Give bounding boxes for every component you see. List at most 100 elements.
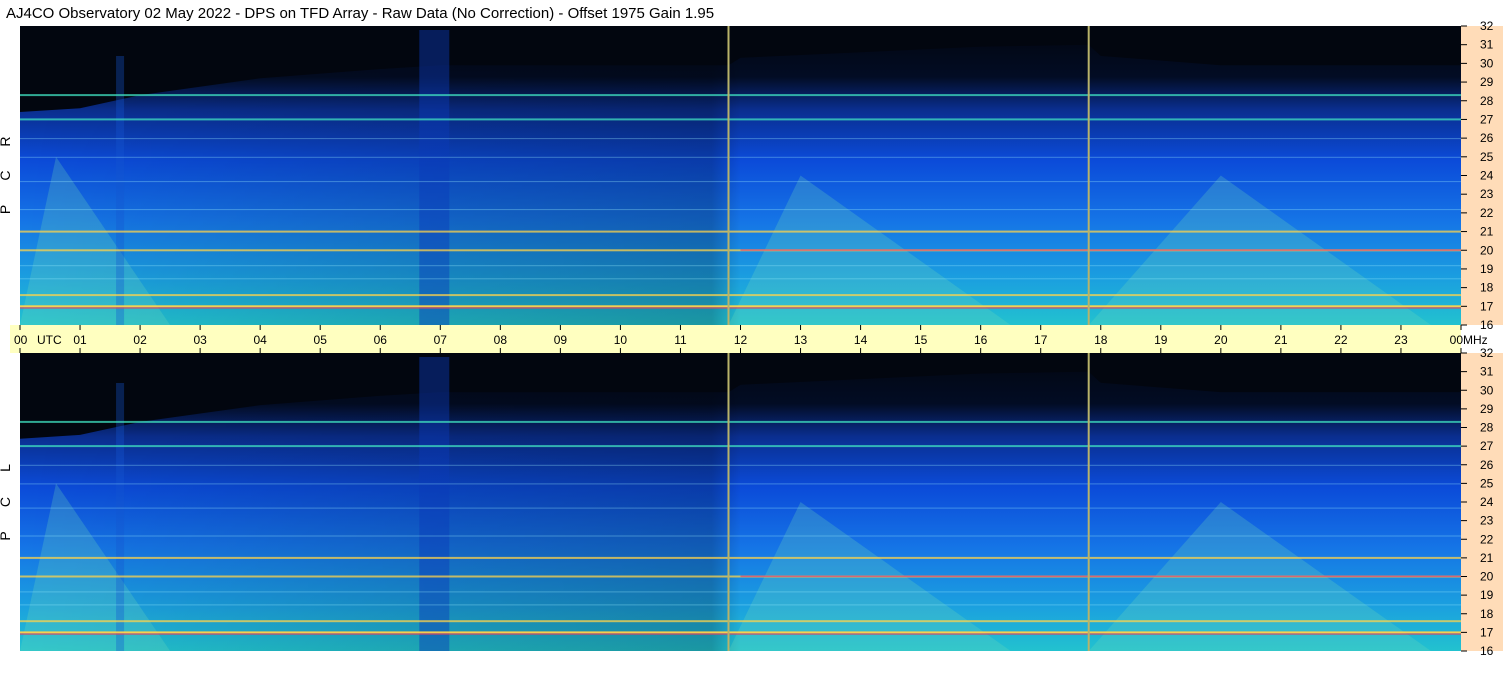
polarization-letter: L — [0, 464, 13, 472]
utc-tick-label: 19 — [1154, 333, 1168, 347]
heatmap-line — [20, 507, 1461, 509]
heatmap-band — [20, 294, 1461, 297]
mhz-tick-label: 29 — [1480, 402, 1494, 416]
polarization-letter: P — [0, 205, 13, 214]
mhz-tick-label: 20 — [1480, 570, 1494, 584]
utc-tick-label: 10 — [614, 333, 628, 347]
mhz-tick-label: 18 — [1480, 607, 1494, 621]
heatmap-band — [20, 420, 1461, 423]
heatmap-band — [20, 230, 1461, 233]
spectrogram-panel-1 — [20, 26, 1461, 325]
mhz-tick-label: 31 — [1480, 38, 1494, 52]
mhz-tick-label: 19 — [1480, 588, 1494, 602]
heatmap-column — [116, 383, 125, 651]
mhz-tick-label: 20 — [1480, 243, 1494, 257]
spectrogram-chart: AJ4CO Observatory 02 May 2022 - DPS on T… — [0, 5, 1503, 658]
spectrogram-figure: AJ4CO Observatory 02 May 2022 - DPS on T… — [0, 0, 1503, 672]
mhz-tick-label: 28 — [1480, 421, 1494, 435]
spectrogram-panel-2 — [20, 353, 1461, 651]
mhz-tick-label: 17 — [1480, 625, 1494, 639]
utc-tick-label: 08 — [494, 333, 508, 347]
utc-tick-label: 04 — [253, 333, 267, 347]
mhz-tick-label: 24 — [1480, 169, 1494, 183]
heatmap-line — [20, 138, 1461, 140]
mhz-tick-label: 23 — [1480, 187, 1494, 201]
utc-tick-label: 06 — [374, 333, 388, 347]
utc-tick-label: 12 — [734, 333, 748, 347]
heatmap-band — [20, 556, 1461, 559]
utc-tick-label: 20 — [1214, 333, 1228, 347]
heatmap-band — [20, 620, 1461, 623]
mhz-tick-label: 17 — [1480, 299, 1494, 313]
utc-tick-label: 01 — [73, 333, 87, 347]
mhz-tick-label: 18 — [1480, 281, 1494, 295]
time-marker-line — [727, 26, 730, 325]
mhz-axis-1: 32 31 30 29 28 27 26 25 24 23 22 21 20 19 18 17 16 — [1461, 19, 1503, 332]
heatmap-band — [20, 631, 1461, 634]
mhz-tick-label: 22 — [1480, 206, 1494, 220]
mhz-tick-label: 32 — [1480, 19, 1494, 33]
heatmap-line — [20, 278, 1461, 280]
mhz-tick-label: 25 — [1480, 476, 1494, 490]
utc-tick-label: 15 — [914, 333, 928, 347]
utc-tick-label: 11 — [674, 333, 687, 347]
mhz-tick-label: 23 — [1480, 514, 1494, 528]
heatmap-line — [20, 633, 1461, 635]
utc-unit-label: UTC — [37, 333, 62, 347]
mhz-tick-label: 21 — [1480, 551, 1494, 565]
mhz-tick-label: 29 — [1480, 75, 1494, 89]
mhz-axis-2: 32 31 30 29 28 27 26 25 24 23 22 21 20 19 18 17 16 — [1461, 346, 1503, 658]
heatmap-line — [20, 591, 1461, 593]
heatmap-line — [20, 604, 1461, 606]
heatmap-line — [20, 307, 1461, 309]
heatmap-line — [20, 535, 1461, 537]
mhz-tick-label: 28 — [1480, 94, 1494, 108]
heatmap-band — [20, 94, 1461, 97]
time-marker-line — [1087, 353, 1090, 651]
polarization-letter: R — [0, 136, 13, 146]
utc-axis: 00 01 02 03 04 05 06 07 08 09 10 11 12 13 14 15 16 17 18 19… — [10, 325, 1488, 353]
time-marker-line — [1087, 26, 1090, 325]
mhz-tick-label: 30 — [1480, 56, 1494, 70]
utc-tick-label: 02 — [133, 333, 147, 347]
mhz-tick-label: 31 — [1480, 365, 1494, 379]
utc-tick-label: 09 — [554, 333, 568, 347]
mhz-unit-label: MHz — [1463, 333, 1488, 347]
heatmap-band — [20, 445, 1461, 448]
mhz-tick-label: 22 — [1480, 532, 1494, 546]
mhz-tick-label: 21 — [1480, 225, 1494, 239]
polarization-letter: C — [0, 497, 13, 507]
mhz-tick-label: 16 — [1480, 644, 1494, 658]
utc-tick-label: 14 — [854, 333, 868, 347]
mhz-tick-label: 26 — [1480, 131, 1494, 145]
mhz-tick-label: 27 — [1480, 439, 1494, 453]
utc-tick-label: 13 — [794, 333, 808, 347]
mhz-tick-label: 32 — [1480, 346, 1494, 360]
heatmap-line — [20, 265, 1461, 267]
mhz-tick-label: 27 — [1480, 112, 1494, 126]
mhz-tick-label: 24 — [1480, 495, 1494, 509]
mhz-tick-label: 16 — [1480, 318, 1494, 332]
utc-tick-label: 03 — [193, 333, 207, 347]
heatmap-column — [419, 30, 450, 325]
heatmap-line — [20, 181, 1461, 183]
mhz-tick-label: 25 — [1480, 150, 1494, 164]
heatmap-line — [20, 209, 1461, 211]
chart-title: AJ4CO Observatory 02 May 2022 - DPS on T… — [6, 5, 714, 22]
utc-tick-label: 00 — [1450, 333, 1464, 347]
polarization-letter: C — [0, 170, 13, 180]
mhz-tick-label: 30 — [1480, 383, 1494, 397]
heatmap-column — [419, 357, 450, 651]
utc-tick-label: 00 — [14, 333, 28, 347]
utc-tick-label: 18 — [1094, 333, 1108, 347]
heatmap-band — [20, 305, 1461, 308]
utc-tick-label: 07 — [434, 333, 448, 347]
polarization-letter: P — [0, 531, 13, 540]
utc-tick-label: 22 — [1334, 333, 1348, 347]
heatmap-column — [116, 56, 125, 325]
heatmap-line — [20, 483, 1461, 485]
mhz-tick-label: 19 — [1480, 262, 1494, 276]
time-marker-line — [727, 353, 730, 651]
utc-tick-label: 21 — [1274, 333, 1288, 347]
heatmap-line — [740, 575, 1461, 578]
